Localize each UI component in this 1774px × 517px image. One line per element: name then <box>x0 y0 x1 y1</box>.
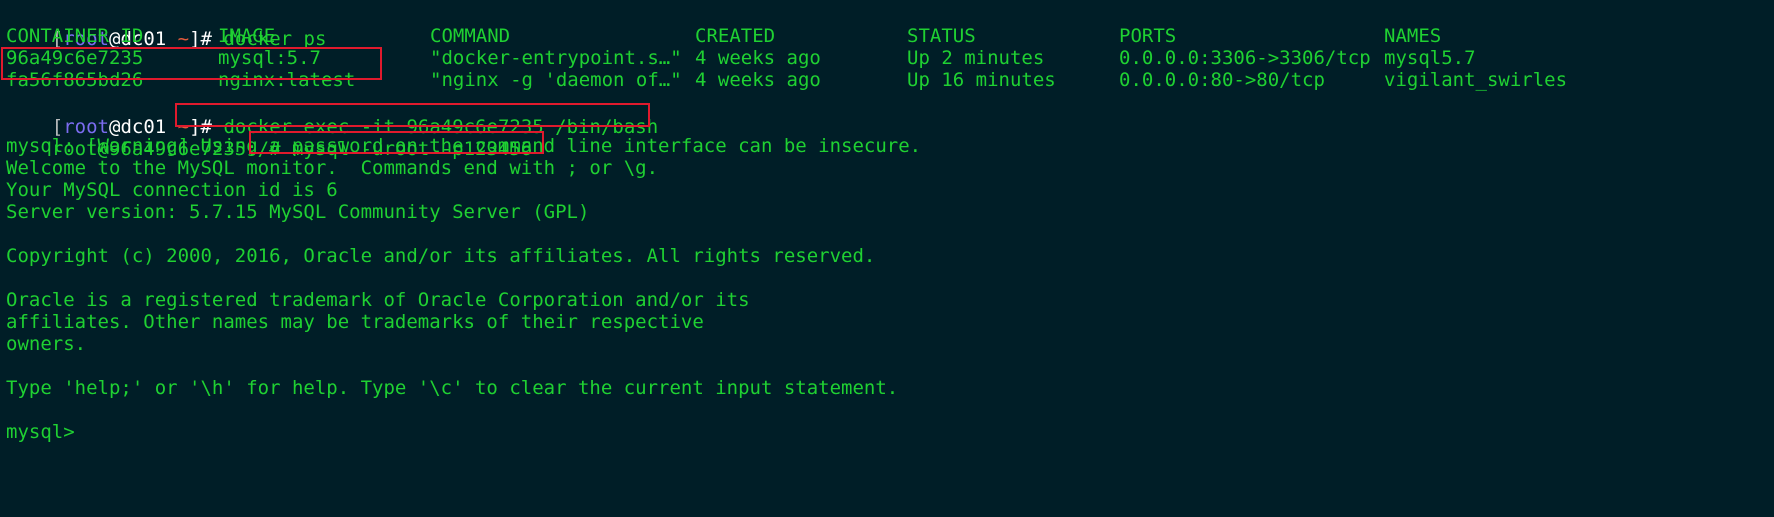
highlight-box-docker-exec <box>175 103 650 127</box>
highlight-box-container-row <box>1 47 382 80</box>
cell-ports: 0.0.0.0:80->80/tcp <box>1119 69 1325 91</box>
mysql-prompt[interactable]: mysql> <box>6 420 75 445</box>
cell-names: vigilant_swirles <box>1384 69 1568 91</box>
cell-created: 4 weeks ago <box>695 69 821 91</box>
terminal-window[interactable]: [root@dc01 ~]# docker ps CONTAINER ID IM… <box>0 0 1774 517</box>
highlight-box-mysql-login <box>249 131 544 154</box>
output-copyright: Copyright (c) 2000, 2016, Oracle and/or … <box>6 245 876 267</box>
output-server-version: Server version: 5.7.15 MySQL Community S… <box>6 201 590 223</box>
output-help-hint: Type 'help;' or '\h' for help. Type '\c'… <box>6 377 899 399</box>
output-trademark-2: affiliates. Other names may be trademark… <box>6 311 704 333</box>
cell-status: Up 16 minutes <box>907 69 1056 91</box>
output-trademark-3: owners. <box>6 333 87 355</box>
